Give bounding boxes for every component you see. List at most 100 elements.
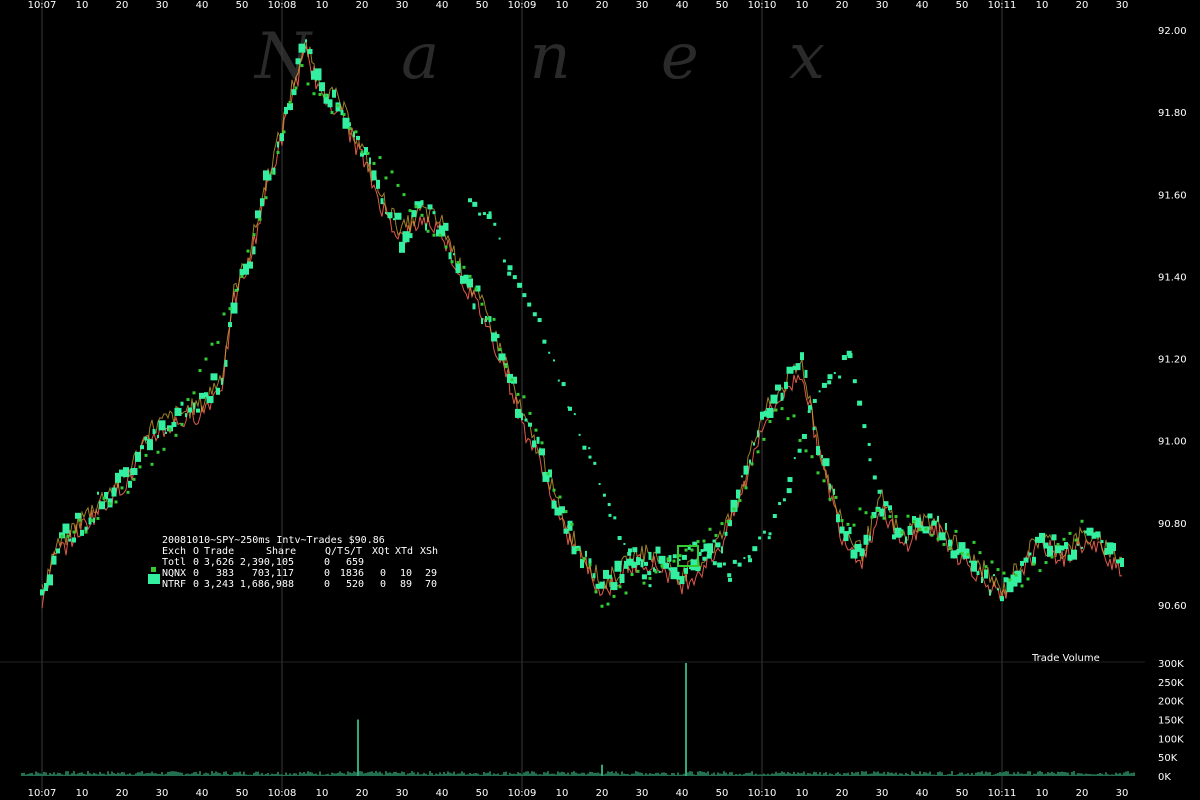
nqnx-trade-point (288, 100, 292, 104)
ntrf-trade-point (648, 551, 652, 560)
info-cell-trade: 3,626 (204, 557, 234, 568)
ntrf-trade-point (676, 571, 680, 580)
ntrf-trade-point (598, 483, 601, 486)
ntrf-trade-point (760, 411, 764, 420)
ntrf-trade-point (305, 39, 307, 43)
ntrf-trade-point (522, 293, 527, 298)
nqnx-trade-point (684, 548, 688, 552)
time-minor-label: 20 (356, 0, 369, 11)
time-major-label: 10:08 (268, 788, 297, 799)
time-minor-label: 10 (796, 788, 809, 799)
ntrf-trade-point (498, 237, 501, 240)
ntrf-trade-point (56, 548, 60, 554)
time-minor-label: 20 (1076, 0, 1089, 11)
nqnx-trade-point (1056, 543, 1060, 547)
ntrf-trade-point (614, 560, 622, 572)
ntrf-trade-point (655, 546, 661, 554)
ntrf-trade-point (631, 561, 637, 568)
nqnx-trade-point (762, 437, 766, 441)
nqnx-trade-point (534, 428, 538, 432)
nqnx-trade-point (1080, 519, 1084, 523)
nqnx-trade-point (774, 408, 778, 412)
ntrf-trade-point (561, 382, 566, 387)
nqnx-trade-point (804, 449, 808, 453)
time-minor-label: 50 (236, 0, 249, 11)
info-header: Exch O Trade Share Q/T S/T XQt XTd XSh (162, 546, 438, 557)
nqnx-trade-point (528, 411, 532, 415)
nqnx-trade-point (894, 515, 898, 519)
ntrf-trade-point (795, 363, 801, 371)
nqnx-trade-point (630, 573, 634, 577)
nqnx-trade-point (312, 92, 316, 96)
ntrf-trade-point (879, 508, 885, 517)
nqnx-trade-point (360, 150, 364, 154)
ntrf-trade-point (727, 573, 732, 578)
price-plot (40, 38, 1124, 609)
info-header-cell: Trade (204, 546, 234, 557)
nqnx-trade-point (120, 486, 124, 490)
ntrf-trade-point (188, 407, 192, 413)
nqnx-trade-point (930, 533, 934, 537)
nqnx-trade-point (888, 515, 892, 519)
grid (0, 0, 1145, 790)
nqnx-trade-point (600, 604, 604, 608)
nqnx-trade-point (264, 196, 268, 200)
nqnx-trade-point (840, 519, 844, 523)
nqnx-trade-point (246, 249, 250, 253)
nqnx-trade-point (180, 422, 184, 426)
ntrf-trade-point (948, 539, 952, 547)
nqnx-trade-point (1044, 561, 1048, 565)
ntrf-legend-marker (148, 574, 160, 584)
nqnx-trade-point (210, 342, 214, 346)
nqnx-trade-point (492, 317, 496, 321)
ntrf-trade-point (602, 493, 606, 497)
ntrf-trade-point (821, 454, 823, 458)
time-minor-label: 20 (116, 788, 129, 799)
ntrf-trade-point (524, 418, 528, 422)
ntrf-trade-point (619, 574, 625, 584)
nqnx-trade-point (420, 213, 424, 217)
nqnx-trade-point (378, 156, 382, 160)
volume-tick-label: 100K (1158, 734, 1184, 745)
ntrf-trade-point (843, 531, 849, 542)
ntrf-trade-point (185, 413, 187, 418)
nqnx-trade-point (582, 557, 586, 561)
ntrf-trade-point (747, 555, 751, 559)
ntrf-trade-point (557, 379, 560, 382)
ntrf-trade-point (536, 436, 540, 444)
ntrf-trade-point (833, 371, 836, 374)
ntrf-trade-point (295, 58, 301, 65)
price-tick-label: 90.60 (1158, 601, 1187, 612)
nqnx-trade-point (666, 557, 670, 561)
ntrf-trade-point (165, 431, 167, 434)
nqnx-trade-point (102, 496, 106, 500)
info-cell-st: 520 (346, 579, 364, 590)
ntrf-trade-point (836, 514, 840, 523)
nqnx-trade-point (642, 581, 646, 585)
info-cell-qt: 0 (324, 557, 330, 568)
ntrf-trade-point (721, 546, 723, 554)
info-header-cell: XQt (372, 546, 390, 557)
ntrf-trade-point (766, 407, 774, 418)
ntrf-trade-point (938, 532, 946, 541)
time-major-label: 10:09 (508, 788, 537, 799)
ntrf-trade-point (812, 398, 817, 403)
time-minor-label: 50 (236, 788, 249, 799)
nqnx-trade-point (594, 590, 598, 594)
ntrf-trade-point (230, 302, 238, 314)
ntrf-trade-point (559, 506, 565, 514)
ntrf-trade-point (829, 483, 831, 490)
ntrf-trade-point (443, 222, 449, 231)
nqnx-trade-point (990, 560, 994, 564)
ntrf-trade-point (868, 458, 872, 462)
ntrf-trade-point (989, 589, 991, 596)
ntrf-trade-point (196, 408, 200, 413)
nqnx-trade-point (732, 507, 736, 511)
nqnx-trade-point (126, 490, 130, 494)
nqnx-trade-point (414, 204, 418, 208)
nqnx-trade-point (450, 260, 454, 264)
time-minor-label: 20 (836, 788, 849, 799)
time-major-label: 10:08 (268, 0, 297, 11)
ntrf-trade-point (610, 582, 618, 591)
ntrf-trade-point (502, 259, 506, 263)
